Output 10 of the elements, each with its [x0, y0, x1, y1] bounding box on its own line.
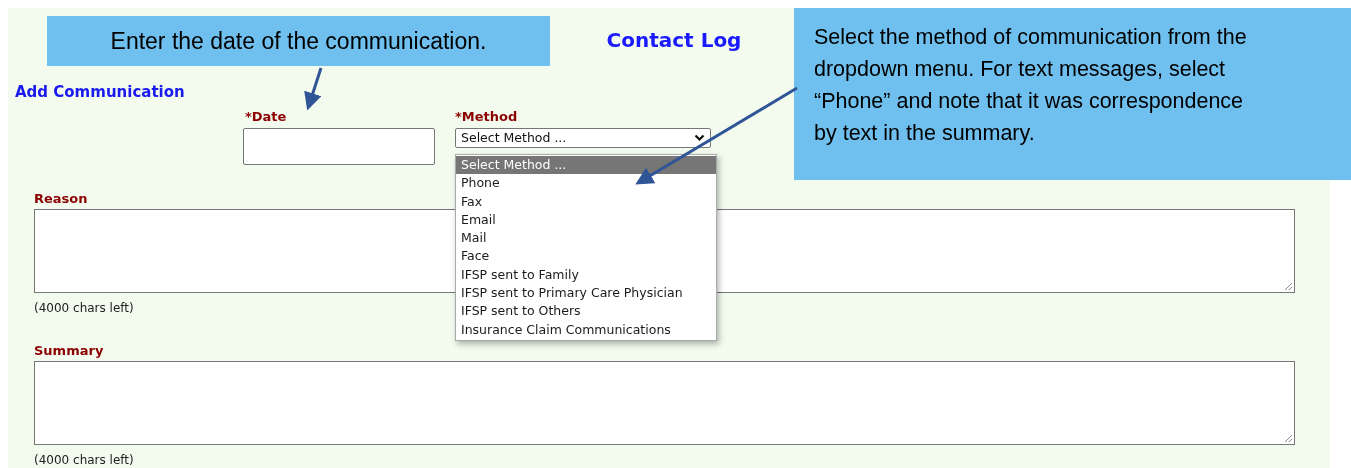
field-label: Summary	[34, 343, 104, 359]
field-label: Reason	[34, 191, 88, 207]
page-title: Contact Log	[606, 28, 742, 52]
callout: Enter the date of the communication.	[47, 16, 550, 66]
chars-left-counter: (4000 chars left)	[34, 301, 134, 316]
chars-left-counter: (4000 chars left)	[34, 453, 134, 468]
field-label: *Date	[245, 109, 287, 125]
callout: Select the method of communication from the dropdown menu. For text messages, select “Phone” and note that it was correspondence by text in the summary.	[794, 8, 1351, 180]
section-title: Add Communication	[15, 83, 185, 101]
field-label: *Method	[455, 109, 518, 125]
